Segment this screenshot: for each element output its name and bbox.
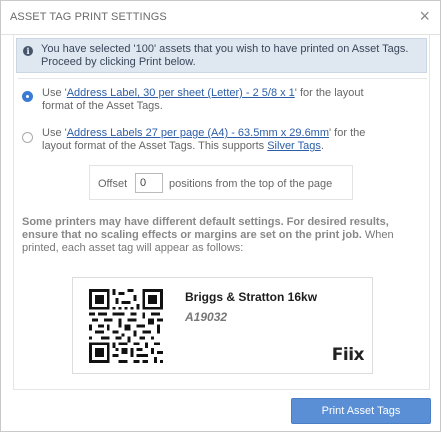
option-a4-prefix: Use ' xyxy=(42,127,67,139)
option-a4-suffix: . xyxy=(320,140,324,152)
radio-a4-labels[interactable] xyxy=(22,132,33,143)
dialog-body: i You have selected '100' assets that yo… xyxy=(13,35,430,390)
silver-tags-link[interactable]: Silver Tags xyxy=(267,140,321,152)
asset-tag-preview: Briggs & Stratton 16kw A19032 Fiix xyxy=(72,277,373,374)
radio-letter-labels[interactable] xyxy=(22,91,33,102)
print-asset-tags-button[interactable]: Print Asset Tags xyxy=(291,398,431,424)
printer-warning: Some printers may have different default… xyxy=(22,216,422,255)
offset-input[interactable] xyxy=(135,173,163,193)
info-icon: i xyxy=(23,46,33,56)
print-settings-dialog: ASSET TAG PRINT SETTINGS × i You have se… xyxy=(0,0,441,432)
asset-name: Briggs & Stratton 16kw xyxy=(185,290,318,304)
warning-bold: Some printers may have different default… xyxy=(22,216,389,241)
letter-label-link[interactable]: Address Label, 30 per sheet (Letter) - 2… xyxy=(67,87,295,99)
info-banner: i You have selected '100' assets that yo… xyxy=(16,38,427,73)
dialog-title: ASSET TAG PRINT SETTINGS xyxy=(10,11,167,23)
qr-code-icon xyxy=(89,289,163,363)
offset-suffix: positions from the top of the page xyxy=(169,178,333,190)
dialog-titlebar: ASSET TAG PRINT SETTINGS × xyxy=(1,1,440,35)
dialog-footer: Print Asset Tags xyxy=(1,390,440,431)
option-letter-text: Use 'Address Label, 30 per sheet (Letter… xyxy=(42,87,382,113)
divider xyxy=(18,78,427,79)
close-icon[interactable]: × xyxy=(419,7,430,25)
a4-label-link[interactable]: Address Labels 27 per page (A4) - 63.5mm… xyxy=(67,127,329,139)
fiix-logo: Fiix xyxy=(331,345,365,365)
offset-label: Offset xyxy=(98,178,128,190)
option-letter-prefix: Use ' xyxy=(42,87,67,99)
info-message: You have selected '100' assets that you … xyxy=(41,43,409,68)
asset-id: A19032 xyxy=(185,310,228,324)
offset-group: Offset positions from the top of the pag… xyxy=(89,165,353,200)
option-a4-text: Use 'Address Labels 27 per page (A4) - 6… xyxy=(42,127,382,153)
